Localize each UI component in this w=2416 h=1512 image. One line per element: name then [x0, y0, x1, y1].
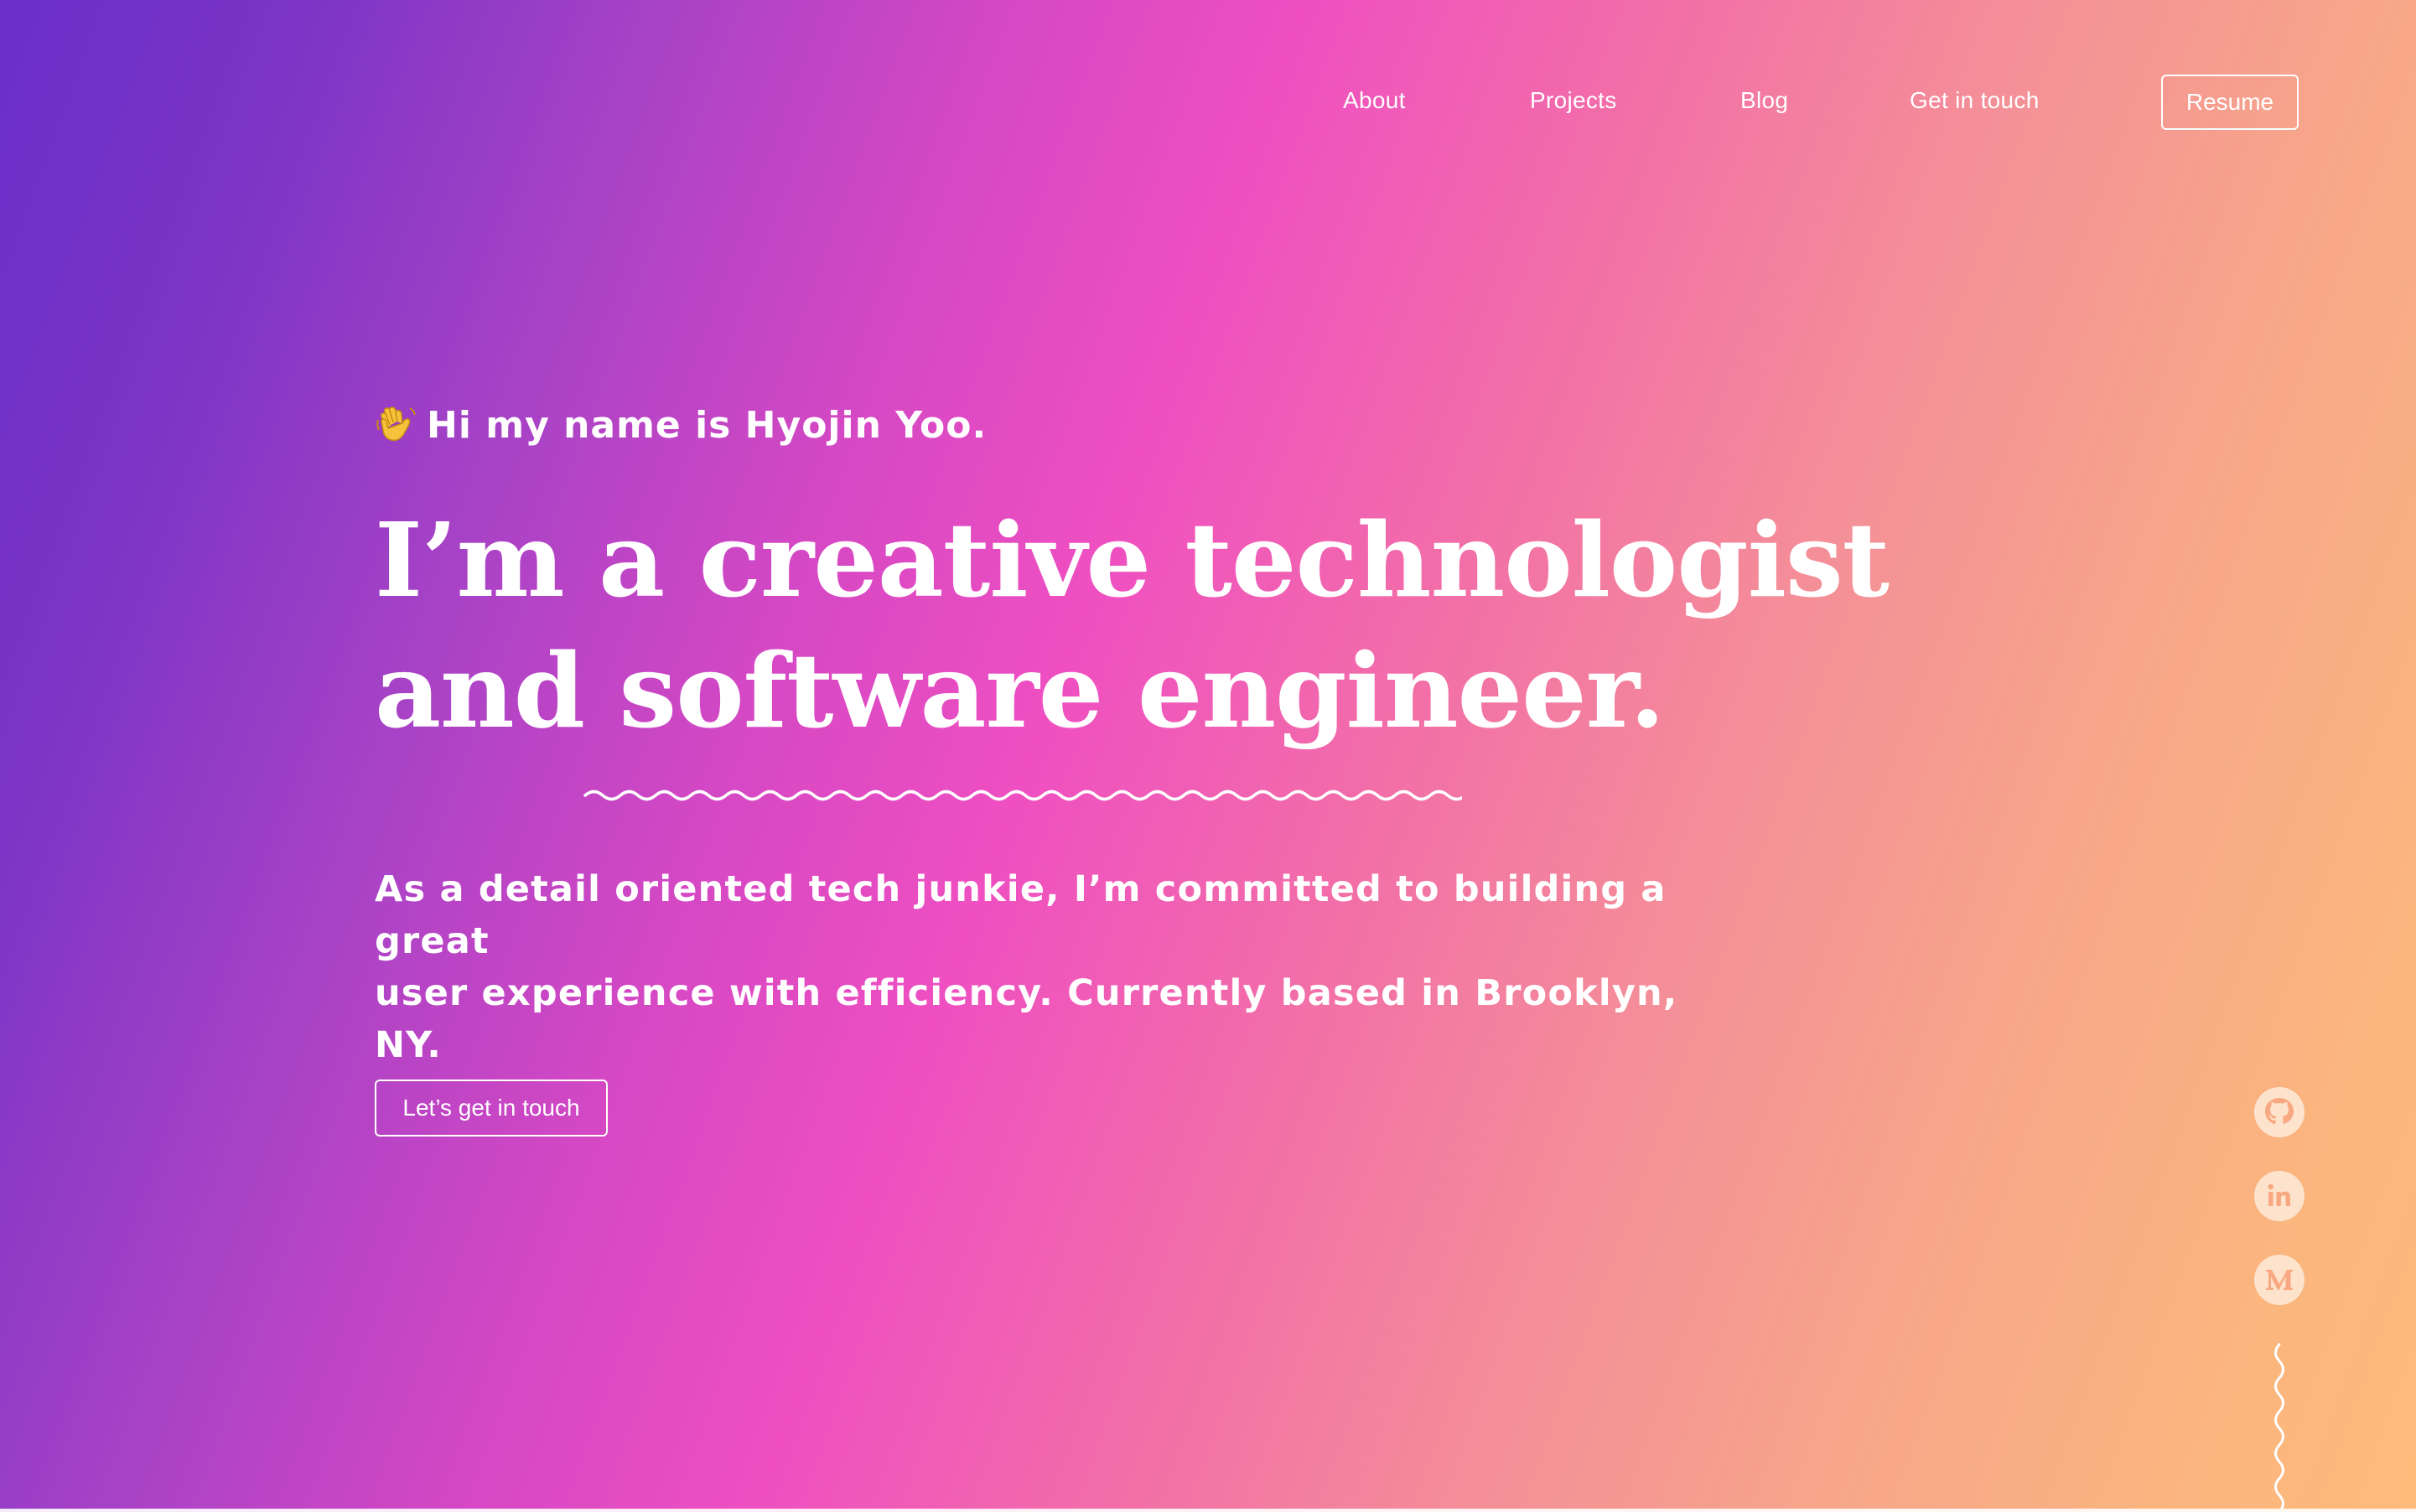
nav-get-in-touch-link[interactable]: Get in touch — [1910, 87, 2040, 114]
nav-about-link[interactable]: About — [1343, 87, 1406, 114]
nav-projects-link[interactable]: Projects — [1530, 87, 1617, 114]
resume-button[interactable]: Resume — [2161, 75, 2299, 130]
social-links — [2253, 1086, 2305, 1338]
nav-blog-link[interactable]: Blog — [1740, 87, 1788, 114]
headline-line-1: I’m a creative technologist — [375, 500, 1890, 620]
intro-line-2: user experience with efficiency. Current… — [375, 972, 1678, 1066]
headline-line-2: and software engineer. — [375, 630, 1665, 751]
top-nav: About Projects Blog Get in touch Resume — [1257, 72, 2305, 132]
headline: I’m a creative technologist and software… — [375, 495, 1890, 756]
github-icon[interactable] — [2253, 1086, 2305, 1138]
medium-icon[interactable] — [2253, 1254, 2305, 1306]
page: About Projects Blog Get in touch Resume — [0, 0, 2416, 1512]
vertical-squiggle — [2274, 1343, 2284, 1509]
get-in-touch-button[interactable]: Let’s get in touch — [375, 1080, 608, 1137]
intro-line-1: As a detail oriented tech junkie, I’m co… — [375, 868, 1667, 962]
linkedin-icon[interactable] — [2253, 1170, 2305, 1222]
greeting-text: Hi my name is Hyojin Yoo. — [427, 403, 988, 447]
squiggle-underline — [583, 790, 1462, 801]
greeting: Hi my name is Hyojin Yoo. — [375, 394, 1716, 456]
waving-hand-icon — [375, 403, 418, 447]
hero-section: Hi my name is Hyojin Yoo. I’m a creative… — [375, 394, 1890, 1137]
intro-paragraph: As a detail oriented tech junkie, I’m co… — [375, 863, 1682, 1071]
bottom-edge — [0, 1509, 2416, 1512]
